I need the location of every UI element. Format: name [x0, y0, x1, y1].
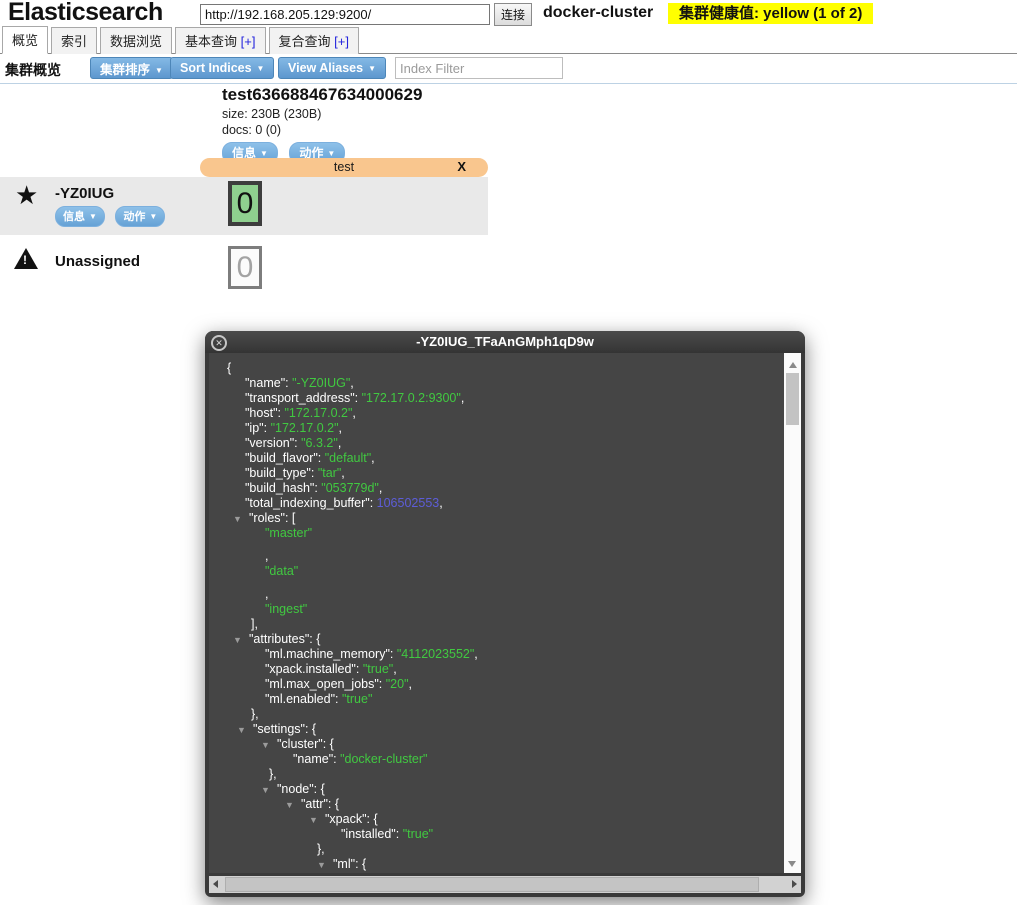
json-line: "host": "172.17.0.2",: [245, 406, 356, 420]
json-line: "build_hash": "053779d",: [245, 481, 383, 495]
top-bar: Elasticsearch 连接 docker-cluster 集群健康值: y…: [0, 0, 1017, 30]
modal-title: -YZ0IUG_TFaAnGMph1qD9w: [416, 334, 594, 349]
json-line: "ml.enabled": "true": [265, 692, 373, 706]
chevron-down-icon: ▼: [260, 149, 268, 158]
collapse-arrow-icon[interactable]: ▼: [233, 512, 242, 527]
json-line: "transport_address": "172.17.0.2:9300",: [245, 391, 465, 405]
tab-overview[interactable]: 概览: [2, 26, 49, 54]
json-line: "build_flavor": "default",: [245, 451, 375, 465]
json-line: ,: [265, 549, 269, 563]
shard-box-unassigned[interactable]: 0: [228, 246, 262, 289]
vertical-scrollbar[interactable]: [784, 353, 801, 873]
modal-titlebar[interactable]: ✕ -YZ0IUG_TFaAnGMph1qD9w: [205, 331, 805, 353]
horizontal-scrollbar-thumb[interactable]: [225, 877, 759, 892]
json-line: ],: [251, 617, 258, 631]
node-info-modal: ✕ -YZ0IUG_TFaAnGMph1qD9w { "name": "-YZ0I…: [205, 331, 805, 897]
chevron-down-icon: ▼: [368, 64, 376, 73]
json-line: ,: [265, 587, 269, 601]
chevron-down-icon: ▼: [89, 212, 97, 221]
json-line: "ml.max_open_jobs": "20",: [265, 677, 413, 691]
index-name: test636688467634000629: [222, 85, 423, 104]
json-viewer: { "name": "-YZ0IUG", "transport_address": …: [209, 353, 786, 873]
alias-close-button[interactable]: X: [457, 159, 466, 174]
overview-toolbar: 集群概览 集群排序 ▼ Sort Indices ▼ View Aliases ▼: [0, 55, 1017, 84]
connect-button[interactable]: 连接: [494, 3, 533, 26]
node-info-button[interactable]: 信息 ▼: [55, 206, 105, 227]
json-line: {: [227, 361, 232, 375]
json-line: "version": "6.3.2",: [245, 436, 342, 450]
vertical-scrollbar-thumb[interactable]: [786, 373, 799, 425]
cluster-health-badge: 集群健康值: yellow (1 of 2): [668, 3, 874, 24]
json-line: "xpack.installed": "true",: [265, 662, 397, 676]
json-line: ▼ "ml": {: [317, 857, 367, 873]
sort-indices-button[interactable]: Sort Indices ▼: [170, 57, 275, 79]
json-line: },: [317, 842, 325, 856]
shard-box-assigned[interactable]: 0: [228, 181, 262, 226]
master-star-icon: ★: [15, 180, 39, 210]
json-line: ▼ "xpack": {: [309, 812, 378, 828]
json-line: ▼ "cluster": {: [261, 737, 334, 753]
collapse-arrow-icon[interactable]: ▼: [309, 813, 318, 828]
section-title: 集群概览: [5, 62, 61, 78]
json-line: "total_indexing_buffer": 106502553,: [245, 496, 443, 510]
json-line: },: [251, 707, 259, 721]
scroll-left-icon[interactable]: [213, 880, 218, 888]
json-line: "ingest": [265, 602, 308, 616]
node-actions-button[interactable]: 动作 ▼: [115, 206, 166, 227]
index-header: test636688467634000629 size: 230B (230B)…: [222, 85, 422, 164]
node-row: ★ -YZ0IUG 信息 ▼ 动作 ▼ 0: [0, 177, 488, 235]
scroll-up-icon[interactable]: [788, 362, 797, 368]
scroll-right-icon[interactable]: [792, 880, 797, 888]
server-url-input[interactable]: [200, 4, 490, 25]
collapse-arrow-icon[interactable]: ▼: [285, 798, 294, 813]
sort-cluster-button[interactable]: 集群排序 ▼: [90, 57, 173, 79]
json-line: "ip": "172.17.0.2",: [245, 421, 343, 435]
json-line: ▼ "attr": {: [285, 797, 340, 813]
json-line: "name": "docker-cluster": [293, 752, 428, 766]
index-docs: docs: 0 (0): [222, 123, 282, 137]
collapse-arrow-icon[interactable]: ▼: [261, 783, 270, 798]
collapse-arrow-icon[interactable]: ▼: [237, 723, 246, 738]
tab-browser[interactable]: 数据浏览: [100, 27, 173, 54]
json-line: "master": [265, 526, 313, 540]
json-line: },: [269, 767, 277, 781]
index-size: size: 230B (230B): [222, 107, 322, 121]
json-line: "installed": "true": [341, 827, 434, 841]
json-line: "data": [265, 564, 299, 578]
collapse-arrow-icon[interactable]: ▼: [317, 858, 326, 873]
warning-icon: !: [14, 248, 38, 269]
tab-indices[interactable]: 索引: [51, 27, 98, 54]
tab-structured-query[interactable]: 基本查询 [+]: [175, 27, 266, 54]
alias-label: test: [333, 160, 355, 174]
tab-strip: 概览 索引 数据浏览 基本查询 [+] 复合查询 [+]: [0, 26, 1017, 54]
tab-any-request[interactable]: 复合查询 [+]: [268, 27, 359, 54]
alias-bar: test X: [200, 158, 488, 177]
chevron-down-icon: ▼: [327, 149, 336, 158]
app-title: Elasticsearch: [8, 0, 163, 26]
json-line: "build_type": "tar",: [245, 466, 345, 480]
json-line: "name": "-YZ0IUG",: [245, 376, 354, 390]
chevron-down-icon: ▼: [155, 65, 163, 75]
json-line: ▼ "attributes": {: [233, 632, 321, 648]
horizontal-scrollbar[interactable]: [209, 876, 801, 893]
view-aliases-button[interactable]: View Aliases ▼: [278, 57, 386, 79]
unassigned-row: ! Unassigned 0: [0, 240, 488, 292]
close-icon[interactable]: ✕: [211, 335, 227, 351]
json-line: ▼ "roles": [: [233, 511, 296, 527]
new-tab-plus[interactable]: [+]: [331, 34, 349, 49]
collapse-arrow-icon[interactable]: ▼: [233, 633, 242, 648]
scroll-down-icon[interactable]: [788, 861, 796, 867]
collapse-arrow-icon[interactable]: ▼: [261, 738, 270, 753]
new-tab-plus[interactable]: [+]: [237, 34, 256, 49]
chevron-down-icon: ▼: [149, 212, 158, 221]
unassigned-label: Unassigned: [55, 253, 141, 270]
json-line: ▼ "settings": {: [237, 722, 317, 738]
json-line: ▼ "node": {: [261, 782, 325, 798]
cluster-name: docker-cluster: [543, 4, 654, 21]
index-filter-input[interactable]: [395, 57, 563, 79]
node-name: -YZ0IUG: [55, 185, 115, 202]
json-line: "ml.machine_memory": "4112023552",: [265, 647, 478, 661]
chevron-down-icon: ▼: [256, 64, 265, 73]
